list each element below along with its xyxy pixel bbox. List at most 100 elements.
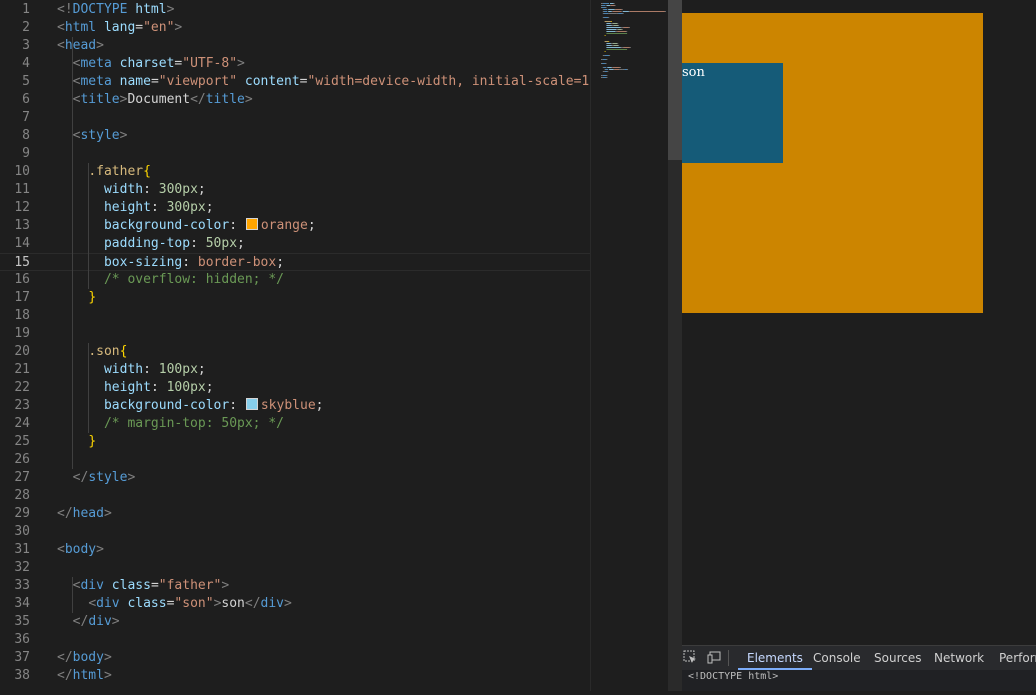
code-line[interactable]: 28 [0, 487, 590, 505]
line-number: 21 [14, 362, 30, 377]
son-label: son [682, 65, 705, 80]
line-number: 24 [14, 416, 30, 431]
line-code: <!DOCTYPE html> [57, 2, 175, 17]
line-number: 22 [14, 380, 30, 395]
line-number: 31 [14, 542, 30, 557]
line-number: 9 [22, 146, 30, 161]
line-code: <style> [72, 128, 128, 143]
line-code: </head> [57, 506, 112, 521]
code-line[interactable]: 9 [0, 145, 590, 163]
line-number: 28 [14, 488, 30, 503]
line-code: background-color: skyblue; [103, 398, 324, 413]
inspect-element-icon[interactable] [683, 650, 697, 664]
line-code: background-color: orange; [103, 218, 316, 233]
code-line[interactable]: 26 [0, 451, 590, 469]
line-code: } [88, 290, 97, 305]
device-toolbar-icon[interactable] [707, 650, 721, 664]
line-number: 10 [14, 164, 30, 179]
code-line[interactable]: 36 [0, 631, 590, 649]
line-number: 19 [14, 326, 30, 341]
code-line[interactable]: 29 </head> [0, 505, 590, 523]
line-code: </style> [72, 470, 136, 485]
color-swatch-icon[interactable] [245, 218, 258, 230]
tab-sources[interactable]: Sources [874, 646, 921, 670]
minimap[interactable] [590, 0, 668, 691]
son-box: son [682, 63, 783, 163]
line-code: /* margin-top: 50px; */ [103, 416, 284, 431]
line-number: 3 [22, 38, 30, 53]
line-code: } [88, 434, 97, 449]
line-number: 38 [14, 668, 30, 683]
indent-guide [88, 343, 89, 433]
code-line[interactable]: 1 <!DOCTYPE html> [0, 1, 590, 19]
code-line[interactable]: 37 </body> [0, 649, 590, 667]
code-line[interactable]: 4 <meta charset="UTF-8"> [0, 55, 590, 73]
elements-tree: <!DOCTYPE html> [682, 670, 1036, 691]
code-line[interactable]: 38 </html> [0, 667, 590, 685]
line-number: 15 [14, 255, 30, 270]
devtools-panel: Elements Console Sources Network Perform… [682, 645, 1036, 691]
tab-elements[interactable]: Elements [738, 646, 812, 670]
code-line[interactable]: 35 </div> [0, 613, 590, 631]
devtools-tabbar: Elements Console Sources Network Perform… [682, 646, 1036, 670]
line-number: 2 [22, 20, 30, 35]
line-number: 12 [14, 200, 30, 215]
line-code: <meta charset="UTF-8"> [72, 56, 245, 71]
doctype-node[interactable]: <!DOCTYPE html> [688, 670, 1036, 684]
editor-scrollbar[interactable] [668, 0, 682, 691]
code-line[interactable]: 8 <style> [0, 127, 590, 145]
line-code: <body> [57, 542, 104, 557]
tab-performance[interactable]: Performance [999, 646, 1036, 670]
code-line[interactable]: 33 <div class="father"> [0, 577, 590, 595]
line-number: 7 [22, 110, 30, 125]
code-line[interactable]: 3 <head> [0, 37, 590, 55]
line-number: 25 [14, 434, 30, 449]
line-code: padding-top: 50px; [103, 236, 245, 251]
line-number: 26 [14, 452, 30, 467]
line-code: width: 100px; [103, 362, 206, 377]
line-code: box-sizing: border-box; [103, 255, 285, 270]
line-number: 36 [14, 632, 30, 647]
code-line[interactable]: 32 [0, 559, 590, 577]
color-swatch-icon[interactable] [245, 398, 258, 410]
line-number: 5 [22, 74, 30, 89]
code-line[interactable]: 27 </style> [0, 469, 590, 487]
indent-guide [72, 577, 73, 613]
tab-divider [728, 650, 729, 666]
line-number: 8 [22, 128, 30, 143]
code-line[interactable]: 25 } [0, 433, 590, 451]
line-number: 23 [14, 398, 30, 413]
line-code: <head> [57, 38, 104, 53]
line-number: 17 [14, 290, 30, 305]
line-number: 14 [14, 236, 30, 251]
line-number: 11 [14, 182, 30, 197]
line-number: 33 [14, 578, 30, 593]
line-number: 27 [14, 470, 30, 485]
code-line[interactable]: 17 } [0, 289, 590, 307]
line-number: 20 [14, 344, 30, 359]
code-line[interactable]: 19 [0, 325, 590, 343]
father-box: son [682, 13, 983, 313]
line-number: 30 [14, 524, 30, 539]
code-line[interactable]: 30 [0, 523, 590, 541]
scrollbar-thumb[interactable] [668, 0, 682, 160]
tab-network[interactable]: Network [934, 646, 984, 670]
line-number: 35 [14, 614, 30, 629]
code-line[interactable]: 34 <div class="son">son</div> [0, 595, 590, 613]
browser-preview: son [682, 0, 1036, 645]
line-number: 1 [22, 2, 30, 17]
line-number: 37 [14, 650, 30, 665]
code-line[interactable]: 31 <body> [0, 541, 590, 559]
minimap-preview [601, 3, 666, 78]
line-number: 32 [14, 560, 30, 575]
code-line[interactable]: 2 <html lang="en"> [0, 19, 590, 37]
tab-console[interactable]: Console [813, 646, 861, 670]
indent-guide [72, 37, 73, 469]
code-line[interactable]: 18 [0, 307, 590, 325]
code-line[interactable]: 5 <meta name="viewport" content="width=d… [0, 73, 590, 91]
line-code: <meta name="viewport" content="width=dev… [72, 74, 590, 89]
code-editor[interactable]: 1 <!DOCTYPE html> 2 <html lang="en"> 3 <head>… [0, 0, 590, 691]
code-line[interactable]: 6 <title>Document</title> [0, 91, 590, 109]
line-code: .son{ [88, 344, 128, 359]
code-line[interactable]: 7 [0, 109, 590, 127]
